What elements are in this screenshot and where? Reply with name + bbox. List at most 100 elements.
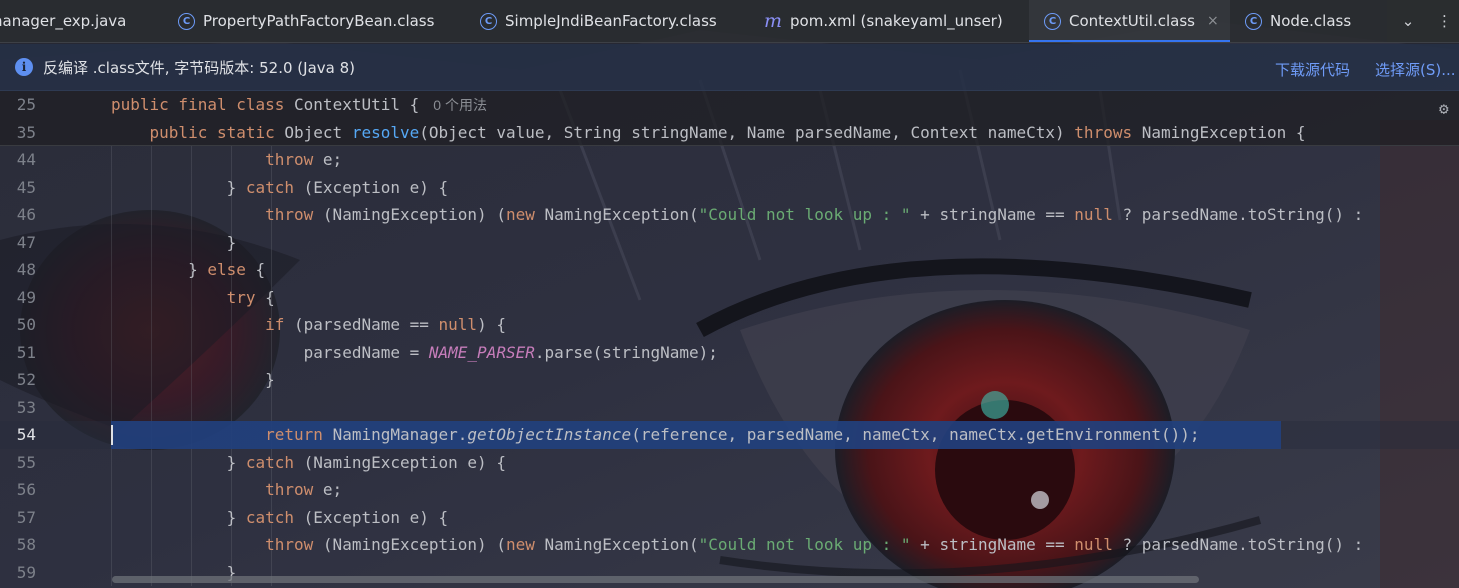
line-number: 51 — [16, 342, 36, 362]
tab-label: ContextUtil.class — [1069, 12, 1195, 30]
code-token: parsedName = — [111, 342, 429, 362]
line-number: 25 — [16, 95, 36, 114]
line-number: 53 — [16, 397, 36, 417]
code-line[interactable]: 57 } catch (Exception e) { — [0, 504, 1459, 532]
code-editor[interactable]: 25 public final class ContextUtil {0 个用法 3… — [0, 91, 1459, 588]
code-text: throw (NamingException) (new NamingExcep… — [111, 201, 1373, 229]
code-token: NamingException { — [1141, 122, 1306, 142]
code-token: null — [438, 315, 478, 334]
code-text: } catch (Exception e) { — [111, 174, 449, 202]
code-line[interactable]: 46 throw (NamingException) (new NamingEx… — [0, 201, 1459, 229]
code-token: } — [111, 452, 246, 472]
code-token: .parse(stringName); — [534, 342, 718, 362]
code-token: new — [505, 535, 545, 554]
code-line[interactable]: 53 — [0, 394, 1459, 422]
code-token: throws — [1074, 122, 1142, 142]
code-line[interactable]: 54 return NamingManager.getObjectInstanc… — [0, 421, 1459, 449]
download-sources-link[interactable]: 下载源代码 — [1275, 59, 1350, 80]
line-number: 46 — [16, 205, 36, 224]
code-line[interactable]: 52 } — [0, 366, 1459, 394]
code-token: NamingException( — [544, 205, 699, 224]
tab-simplejndibeanfactory-class[interactable]: C SimpleJndiBeanFactory.class — [460, 0, 744, 42]
code-token: } — [111, 232, 237, 252]
chevron-down-icon[interactable]: ⌄ — [1401, 12, 1415, 30]
code-token: try — [226, 287, 266, 307]
code-token: { — [265, 287, 275, 307]
code-token: } — [111, 260, 208, 279]
code-token: NAME_PARSER — [428, 342, 535, 362]
tab-label: SimpleJndiBeanFactory.class — [505, 12, 717, 30]
tab-bar-tools: ⌄ ⋮ — [1387, 0, 1459, 42]
code-token: resolve — [351, 122, 420, 142]
code-line[interactable]: 48 } else { — [0, 256, 1459, 284]
code-token: throw — [265, 205, 323, 224]
code-token: (NamingException) ( — [322, 535, 506, 554]
code-token: NamingException( — [544, 535, 699, 554]
code-token: ? parsedName.toString() : — [1122, 535, 1373, 554]
code-text: } catch (NamingException e) { — [111, 449, 506, 477]
usage-hint[interactable]: 0 个用法 — [433, 97, 487, 113]
tab-propertypathfactorybean-class[interactable]: C PropertyPathFactoryBean.class — [158, 0, 460, 42]
code-text: } — [111, 229, 237, 257]
gear-icon[interactable]: ⚙ — [1439, 99, 1457, 118]
code-token: ? parsedName.toString() : — [1122, 205, 1373, 224]
line-number: 56 — [16, 480, 36, 499]
code-text: if (parsedName == null) { — [111, 311, 506, 339]
code-token: getObjectInstance — [467, 425, 632, 444]
code-line[interactable]: 47 } — [0, 229, 1459, 257]
line-number: 54 — [16, 425, 36, 444]
code-token: public static — [149, 122, 285, 142]
code-token: (Object value, String stringName, Name p… — [419, 122, 1075, 142]
code-line[interactable]: 44 throw e; — [0, 146, 1459, 174]
line-number: 45 — [16, 177, 36, 197]
horizontal-scrollbar-thumb[interactable] — [112, 576, 1199, 583]
code-text: public static Object resolve(Object valu… — [111, 119, 1306, 147]
tab-pom-xml[interactable]: m pom.xml (snakeyaml_unser) — [744, 0, 1029, 42]
code-line[interactable]: 58 throw (NamingException) (new NamingEx… — [0, 531, 1459, 559]
code-line[interactable]: 55 } catch (NamingException e) { — [0, 449, 1459, 477]
code-line[interactable]: 51 parsedName = NAME_PARSER.parse(string… — [0, 339, 1459, 367]
line-number: 55 — [16, 452, 36, 472]
tab-label: PropertyPathFactoryBean.class — [203, 12, 435, 30]
close-icon[interactable]: × — [1207, 13, 1219, 29]
more-vertical-icon[interactable]: ⋮ — [1437, 12, 1452, 30]
code-line[interactable]: 50 if (parsedName == null) { — [0, 311, 1459, 339]
code-line[interactable]: 25 public final class ContextUtil {0 个用法 — [0, 91, 1459, 119]
line-number: 58 — [16, 535, 36, 554]
code-line[interactable]: 49 try { — [0, 284, 1459, 312]
code-line[interactable]: 56 throw e; — [0, 476, 1459, 504]
tab-contextutil-class[interactable]: C ContextUtil.class × — [1029, 0, 1230, 42]
line-number: 57 — [16, 507, 36, 527]
tab-node-class[interactable]: C Node.class — [1230, 0, 1390, 42]
code-line[interactable]: 45 } catch (Exception e) { — [0, 174, 1459, 202]
code-token: (parsedName == — [294, 315, 439, 334]
code-token: } — [111, 507, 246, 527]
code-text: try { — [111, 284, 275, 312]
code-text: return NamingManager.getObjectInstance(r… — [111, 421, 1200, 449]
maven-icon: m — [764, 10, 783, 32]
banner-text: 反编译 .class文件, 字节码版本: 52.0 (Java 8) — [43, 58, 355, 77]
line-number: 52 — [16, 370, 36, 389]
code-token: e; — [322, 150, 343, 169]
code-token: catch — [245, 177, 304, 197]
code-token: throw — [265, 150, 323, 169]
choose-sources-link[interactable]: 选择源(S)... — [1375, 59, 1456, 80]
line-number: 49 — [16, 287, 36, 307]
code-token: (reference, parsedName, nameCtx, nameCtx… — [631, 425, 1200, 444]
code-line[interactable]: 35 public static Object resolve(Object v… — [0, 118, 1459, 147]
code-text: } catch (Exception e) { — [111, 504, 449, 532]
decompiled-info-banner: i 反编译 .class文件, 字节码版本: 52.0 (Java 8) 下载源… — [0, 44, 1459, 91]
code-text: public final class ContextUtil {0 个用法 — [111, 91, 487, 120]
code-token: (NamingException e) { — [303, 452, 506, 472]
code-token: } — [111, 177, 246, 197]
line-number: 44 — [16, 150, 36, 169]
tab-manager-exp-java[interactable]: nanager_exp.java — [0, 0, 158, 42]
code-text: parsedName = NAME_PARSER.parse(stringNam… — [111, 339, 718, 367]
